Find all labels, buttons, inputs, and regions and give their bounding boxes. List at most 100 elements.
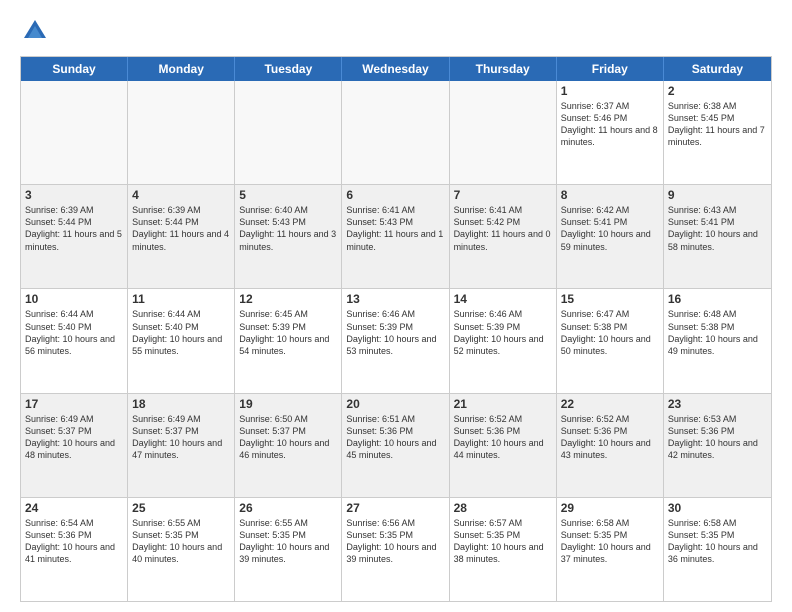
day-number: 9 [668,188,767,202]
day-info: Sunrise: 6:40 AM Sunset: 5:43 PM Dayligh… [239,204,337,253]
day-number: 21 [454,397,552,411]
calendar-cell: 11 Sunrise: 6:44 AM Sunset: 5:40 PM Dayli… [128,289,235,392]
day-info: Sunrise: 6:37 AM Sunset: 5:46 PM Dayligh… [561,100,659,149]
calendar-cell: 22 Sunrise: 6:52 AM Sunset: 5:36 PM Dayli… [557,394,664,497]
calendar-cell: 28 Sunrise: 6:57 AM Sunset: 5:35 PM Dayli… [450,498,557,601]
calendar-cell: 17Sunrise: 6:49 AM Sunset: 5:37 PM Dayli… [21,394,128,497]
calendar-cell: 10 Sunrise: 6:44 AM Sunset: 5:40 PM Dayli… [21,289,128,392]
day-number: 13 [346,292,444,306]
calendar-cell: 18 Sunrise: 6:49 AM Sunset: 5:37 PM Dayli… [128,394,235,497]
day-info: Sunrise: 6:39 AM Sunset: 5:44 PM Dayligh… [132,204,230,253]
day-number: 3 [25,188,123,202]
day-number: 28 [454,501,552,515]
calendar-cell: 16Sunrise: 6:48 AM Sunset: 5:38 PM Dayli… [664,289,771,392]
header [20,16,772,46]
calendar-row-1: 1 Sunrise: 6:37 AM Sunset: 5:46 PM Daylig… [21,81,771,184]
calendar-cell: 23 Sunrise: 6:53 AM Sunset: 5:36 PM Dayli… [664,394,771,497]
day-number: 19 [239,397,337,411]
calendar-cell [21,81,128,184]
day-info: Sunrise: 6:53 AM Sunset: 5:36 PM Dayligh… [668,413,767,462]
day-info: Sunrise: 6:44 AM Sunset: 5:40 PM Dayligh… [132,308,230,357]
header-day-wednesday: Wednesday [342,57,449,81]
day-number: 23 [668,397,767,411]
logo-icon [20,16,50,46]
day-info: Sunrise: 6:42 AM Sunset: 5:41 PM Dayligh… [561,204,659,253]
calendar-cell: 25 Sunrise: 6:55 AM Sunset: 5:35 PM Dayli… [128,498,235,601]
calendar-cell: 27Sunrise: 6:56 AM Sunset: 5:35 PM Dayli… [342,498,449,601]
day-info: Sunrise: 6:58 AM Sunset: 5:35 PM Dayligh… [561,517,659,566]
day-info: Sunrise: 6:52 AM Sunset: 5:36 PM Dayligh… [454,413,552,462]
calendar-header: SundayMondayTuesdayWednesdayThursdayFrid… [21,57,771,81]
day-info: Sunrise: 6:58 AM Sunset: 5:35 PM Dayligh… [668,517,767,566]
day-number: 14 [454,292,552,306]
day-number: 22 [561,397,659,411]
day-number: 17 [25,397,123,411]
calendar-cell [342,81,449,184]
calendar-cell: 20 Sunrise: 6:51 AM Sunset: 5:36 PM Dayli… [342,394,449,497]
day-info: Sunrise: 6:47 AM Sunset: 5:38 PM Dayligh… [561,308,659,357]
calendar-cell: 24Sunrise: 6:54 AM Sunset: 5:36 PM Dayli… [21,498,128,601]
calendar-row-5: 24Sunrise: 6:54 AM Sunset: 5:36 PM Dayli… [21,497,771,601]
calendar-cell: 15 Sunrise: 6:47 AM Sunset: 5:38 PM Dayli… [557,289,664,392]
day-number: 5 [239,188,337,202]
calendar-row-3: 10 Sunrise: 6:44 AM Sunset: 5:40 PM Dayli… [21,288,771,392]
day-number: 29 [561,501,659,515]
day-info: Sunrise: 6:56 AM Sunset: 5:35 PM Dayligh… [346,517,444,566]
header-day-thursday: Thursday [450,57,557,81]
day-info: Sunrise: 6:38 AM Sunset: 5:45 PM Dayligh… [668,100,767,149]
header-day-tuesday: Tuesday [235,57,342,81]
day-number: 26 [239,501,337,515]
day-info: Sunrise: 6:44 AM Sunset: 5:40 PM Dayligh… [25,308,123,357]
page: SundayMondayTuesdayWednesdayThursdayFrid… [0,0,792,612]
day-info: Sunrise: 6:57 AM Sunset: 5:35 PM Dayligh… [454,517,552,566]
calendar-cell: 7 Sunrise: 6:41 AM Sunset: 5:42 PM Daylig… [450,185,557,288]
calendar-cell: 14 Sunrise: 6:46 AM Sunset: 5:39 PM Dayli… [450,289,557,392]
day-number: 12 [239,292,337,306]
calendar-cell: 26 Sunrise: 6:55 AM Sunset: 5:35 PM Dayli… [235,498,342,601]
header-day-sunday: Sunday [21,57,128,81]
calendar: SundayMondayTuesdayWednesdayThursdayFrid… [20,56,772,602]
day-number: 11 [132,292,230,306]
calendar-cell [235,81,342,184]
day-number: 30 [668,501,767,515]
calendar-cell: 6Sunrise: 6:41 AM Sunset: 5:43 PM Daylig… [342,185,449,288]
day-info: Sunrise: 6:49 AM Sunset: 5:37 PM Dayligh… [132,413,230,462]
calendar-cell: 12 Sunrise: 6:45 AM Sunset: 5:39 PM Dayli… [235,289,342,392]
day-number: 10 [25,292,123,306]
day-number: 25 [132,501,230,515]
calendar-cell: 4 Sunrise: 6:39 AM Sunset: 5:44 PM Daylig… [128,185,235,288]
day-number: 20 [346,397,444,411]
day-number: 18 [132,397,230,411]
day-info: Sunrise: 6:55 AM Sunset: 5:35 PM Dayligh… [239,517,337,566]
day-info: Sunrise: 6:43 AM Sunset: 5:41 PM Dayligh… [668,204,767,253]
header-day-friday: Friday [557,57,664,81]
day-info: Sunrise: 6:45 AM Sunset: 5:39 PM Dayligh… [239,308,337,357]
calendar-cell: 29 Sunrise: 6:58 AM Sunset: 5:35 PM Dayli… [557,498,664,601]
calendar-cell: 13 Sunrise: 6:46 AM Sunset: 5:39 PM Dayli… [342,289,449,392]
day-number: 4 [132,188,230,202]
calendar-body: 1 Sunrise: 6:37 AM Sunset: 5:46 PM Daylig… [21,81,771,601]
logo [20,16,56,46]
header-day-monday: Monday [128,57,235,81]
day-info: Sunrise: 6:50 AM Sunset: 5:37 PM Dayligh… [239,413,337,462]
calendar-cell: 1 Sunrise: 6:37 AM Sunset: 5:46 PM Daylig… [557,81,664,184]
day-number: 6 [346,188,444,202]
day-number: 1 [561,84,659,98]
day-info: Sunrise: 6:54 AM Sunset: 5:36 PM Dayligh… [25,517,123,566]
day-info: Sunrise: 6:51 AM Sunset: 5:36 PM Dayligh… [346,413,444,462]
calendar-cell: 5 Sunrise: 6:40 AM Sunset: 5:43 PM Daylig… [235,185,342,288]
day-info: Sunrise: 6:46 AM Sunset: 5:39 PM Dayligh… [454,308,552,357]
day-number: 15 [561,292,659,306]
calendar-cell: 21 Sunrise: 6:52 AM Sunset: 5:36 PM Dayli… [450,394,557,497]
calendar-cell [128,81,235,184]
day-number: 2 [668,84,767,98]
day-number: 7 [454,188,552,202]
day-number: 8 [561,188,659,202]
calendar-row-2: 3 Sunrise: 6:39 AM Sunset: 5:44 PM Daylig… [21,184,771,288]
day-info: Sunrise: 6:46 AM Sunset: 5:39 PM Dayligh… [346,308,444,357]
calendar-cell: 3Sunrise: 6:39 AM Sunset: 5:44 PM Daylig… [21,185,128,288]
day-info: Sunrise: 6:52 AM Sunset: 5:36 PM Dayligh… [561,413,659,462]
header-day-saturday: Saturday [664,57,771,81]
day-info: Sunrise: 6:55 AM Sunset: 5:35 PM Dayligh… [132,517,230,566]
day-info: Sunrise: 6:41 AM Sunset: 5:42 PM Dayligh… [454,204,552,253]
